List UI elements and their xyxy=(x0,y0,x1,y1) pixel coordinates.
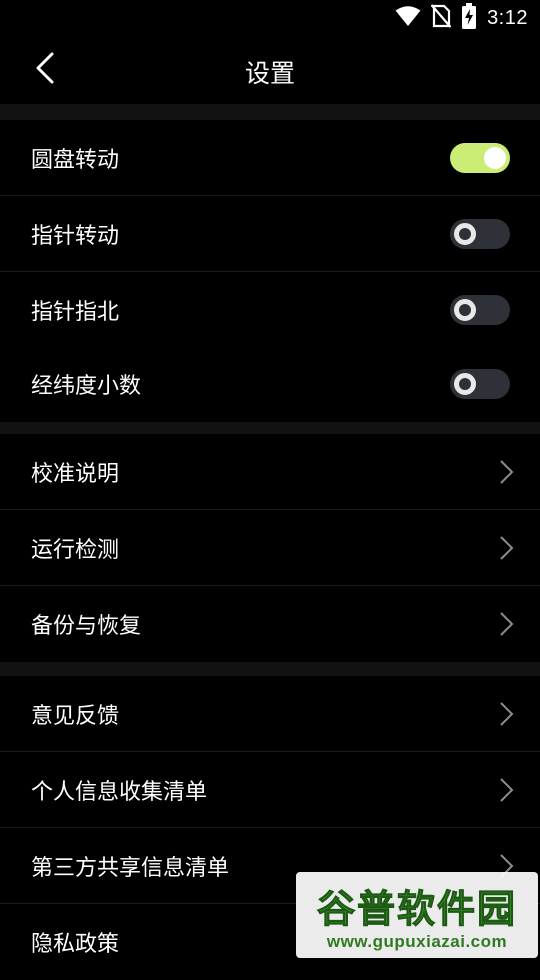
toggle-switch[interactable] xyxy=(450,143,510,173)
toggle-knob xyxy=(454,223,476,245)
status-icons: 3:12 xyxy=(395,3,528,33)
row-label: 指针指北 xyxy=(31,300,120,325)
row-label: 意见反馈 xyxy=(31,704,120,729)
menu-row-calibration-guide[interactable]: 校准说明 xyxy=(0,434,540,510)
chevron-right-icon xyxy=(498,701,514,727)
chevron-right-icon xyxy=(498,459,514,485)
toggle-row-needle-rotation[interactable]: 指针转动 xyxy=(0,196,540,272)
watermark-logo: 谷普软件园 www.gupuxiazai.com xyxy=(296,872,538,958)
watermark-name: 谷普软件园 xyxy=(316,887,517,932)
toggle-switch[interactable] xyxy=(450,295,510,325)
row-label: 个人信息收集清单 xyxy=(31,780,208,805)
menu-row-feedback[interactable]: 意见反馈 xyxy=(0,676,540,752)
toggle-switch[interactable] xyxy=(450,369,510,399)
page-title: 设置 xyxy=(244,59,295,88)
section-divider xyxy=(0,420,540,434)
app-bar: 设置 xyxy=(0,36,540,104)
watermark-url: www.gupuxiazai.com xyxy=(326,932,508,951)
menu-row-run-check[interactable]: 运行检测 xyxy=(0,510,540,586)
row-label: 隐私政策 xyxy=(31,932,120,957)
row-label: 指针转动 xyxy=(31,224,120,249)
status-time: 3:12 xyxy=(487,6,528,29)
toggle-knob xyxy=(484,147,506,169)
wifi-icon xyxy=(395,5,421,31)
row-label: 圆盘转动 xyxy=(31,148,120,173)
toggle-row-latlng-decimal[interactable]: 经纬度小数 xyxy=(0,346,540,422)
no-sim-icon xyxy=(430,4,452,32)
status-bar: 3:12 xyxy=(0,0,540,36)
menu-row-backup-restore[interactable]: 备份与恢复 xyxy=(0,586,540,662)
toggle-knob xyxy=(454,373,476,395)
row-label: 运行检测 xyxy=(31,538,120,563)
toggle-row-needle-north[interactable]: 指针指北 xyxy=(0,272,540,348)
section-divider xyxy=(0,104,540,120)
toggle-row-dial-rotation[interactable]: 圆盘转动 xyxy=(0,120,540,196)
section-divider xyxy=(0,662,540,676)
row-label: 第三方共享信息清单 xyxy=(31,856,230,881)
row-label: 经纬度小数 xyxy=(31,374,142,399)
battery-charging-icon xyxy=(461,3,477,33)
row-label: 校准说明 xyxy=(31,462,120,487)
toggle-knob xyxy=(454,299,476,321)
chevron-right-icon xyxy=(498,777,514,803)
chevron-right-icon xyxy=(498,611,514,637)
row-label: 备份与恢复 xyxy=(31,614,142,639)
toggle-switch[interactable] xyxy=(450,219,510,249)
chevron-right-icon xyxy=(498,535,514,561)
menu-row-personal-info-list[interactable]: 个人信息收集清单 xyxy=(0,752,540,828)
